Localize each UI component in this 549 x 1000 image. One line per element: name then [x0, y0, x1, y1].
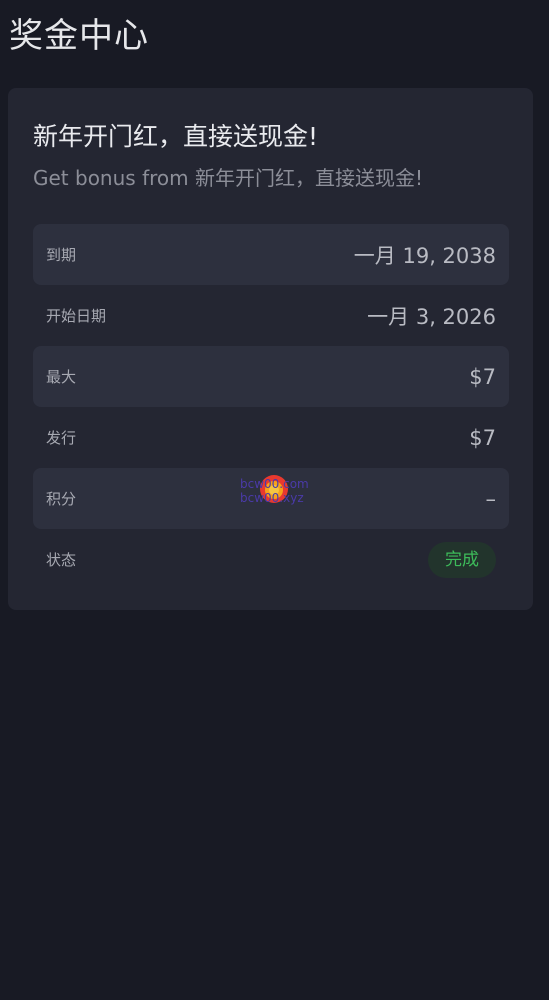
page-title: 奖金中心	[9, 16, 149, 56]
points-value: –	[485, 486, 497, 511]
expiry-label: 到期	[46, 246, 77, 264]
issued-value: $7	[469, 425, 496, 450]
max-label: 最大	[46, 368, 77, 386]
detail-row-max: 最大 $7	[33, 346, 509, 407]
start-date-value: 一月 3, 2026	[367, 304, 496, 329]
detail-row-expiry: 到期 一月 19, 2038	[33, 224, 509, 285]
detail-row-status: 状态 完成	[33, 529, 509, 590]
detail-row-issued: 发行 $7	[33, 407, 509, 468]
bonus-card: 新年开门红，直接送现金! Get bonus from 新年开门红，直接送现金!…	[8, 88, 533, 610]
status-label: 状态	[46, 551, 77, 569]
detail-row-start-date: 开始日期 一月 3, 2026	[33, 285, 509, 346]
expiry-value: 一月 19, 2038	[353, 243, 496, 268]
status-badge: 完成	[428, 541, 496, 578]
bonus-title: 新年开门红，直接送现金!	[33, 122, 319, 151]
bonus-subtitle: Get bonus from 新年开门红，直接送现金!	[33, 166, 423, 190]
bonus-center-page: 奖金中心 新年开门红，直接送现金! Get bonus from 新年开门红，直…	[0, 0, 549, 1000]
points-label: 积分	[46, 490, 77, 508]
start-date-label: 开始日期	[46, 307, 107, 325]
issued-label: 发行	[46, 429, 77, 447]
bonus-details: 到期 一月 19, 2038 开始日期 一月 3, 2026 最大 $7 发行 …	[33, 224, 509, 590]
max-value: $7	[469, 364, 496, 389]
detail-row-points: 积分 –	[33, 468, 509, 529]
